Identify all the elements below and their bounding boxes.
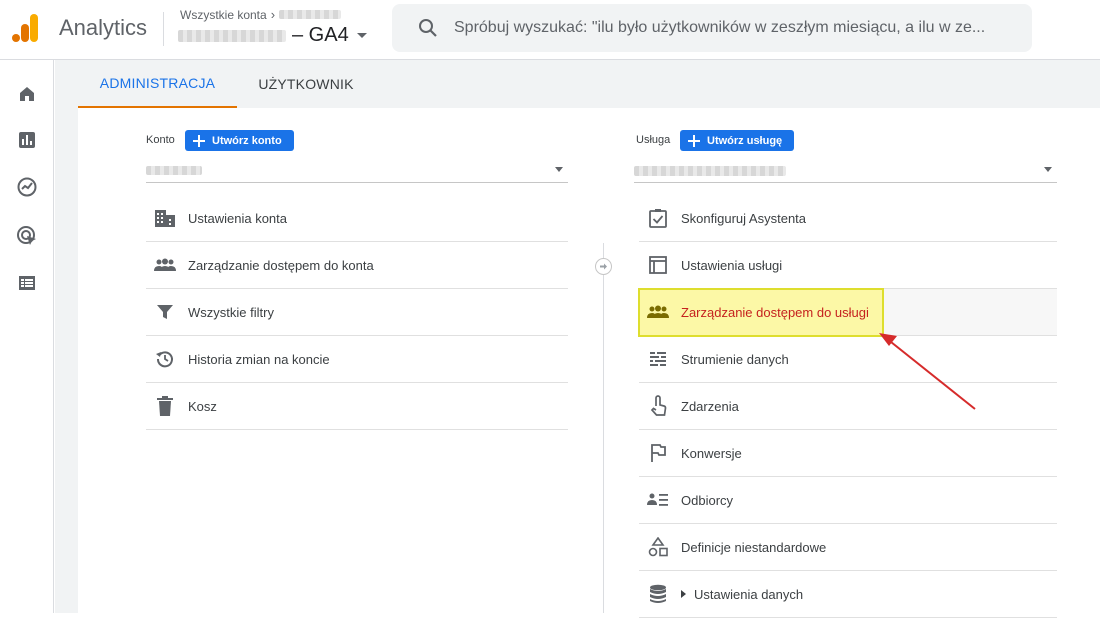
property-column-label: Usługa [636, 134, 671, 146]
dropdown-arrow-icon [1044, 167, 1052, 172]
nav-home[interactable] [14, 81, 40, 107]
home-icon [20, 87, 34, 101]
account-settings-list: Ustawienia konta Zarządzanie dostępem do… [146, 195, 568, 430]
property-item-label: Zarządzanie dostępem do usługi [681, 304, 869, 320]
redacted-property-selection [634, 166, 786, 176]
property-picker[interactable]: – GA4 [178, 24, 367, 47]
property-item-label: Skonfiguruj Asystenta [681, 210, 807, 226]
property-item-label: Odbiorcy [681, 492, 734, 508]
filter-icon [154, 301, 176, 323]
property-item-label: Ustawienia danych [694, 586, 804, 602]
dropdown-arrow-icon [555, 167, 563, 172]
tab-uzytkownik[interactable]: UŻYTKOWNIK [245, 60, 367, 108]
people-icon [647, 301, 669, 323]
analytics-logo[interactable] [12, 13, 42, 43]
building-icon [154, 207, 176, 229]
redacted-property-name [178, 29, 286, 42]
left-nav [0, 60, 54, 613]
property-item-asystent[interactable]: Skonfiguruj Asystenta [639, 195, 1057, 242]
property-suffix: – GA4 [292, 24, 349, 46]
account-item-label: Wszystkie filtry [188, 304, 274, 320]
reports-icon [19, 132, 35, 148]
nav-explore[interactable] [14, 174, 40, 200]
people-icon [154, 254, 176, 276]
expand-triangle-icon[interactable] [681, 590, 686, 598]
property-item-label: Ustawienia usługi [681, 257, 783, 273]
plus-icon [688, 134, 700, 147]
audience-icon [647, 489, 669, 511]
property-item-ustawienia-uslugi[interactable]: Ustawienia usługi [639, 242, 1057, 289]
property-item-definicje[interactable]: Definicje niestandardowe [639, 524, 1057, 571]
account-item-label: Zarządzanie dostępem do konta [188, 257, 374, 273]
create-property-button[interactable]: Utwórz usługę [680, 130, 795, 151]
property-item-label: Strumienie danych [681, 351, 789, 367]
redacted-account-name [279, 10, 342, 19]
admin-tabs: ADMINISTRACJA UŻYTKOWNIK [78, 60, 1100, 108]
redacted-account-selection [146, 166, 202, 175]
arrow-right-circle-icon [595, 258, 612, 275]
data-streams-icon [647, 348, 669, 370]
header-divider [163, 12, 164, 46]
trash-icon [154, 395, 176, 417]
account-column-label: Konto [146, 134, 175, 146]
create-account-label: Utwórz konto [212, 134, 282, 147]
property-item-label: Konwersje [681, 445, 742, 461]
chevron-right-icon: › [270, 7, 276, 22]
property-item-konwersje[interactable]: Konwersje [639, 430, 1057, 477]
property-settings-list: Skonfiguruj Asystenta Ustawienia usługi … [638, 195, 1057, 618]
create-account-button[interactable]: Utwórz konto [185, 130, 294, 151]
admin-content: ADMINISTRACJA UŻYTKOWNIK Konto Utwórz ko… [55, 60, 1100, 618]
account-item-filtry[interactable]: Wszystkie filtry [146, 289, 568, 336]
account-item-dostep-konta[interactable]: Zarządzanie dostępem do konta [146, 242, 568, 289]
checklist-icon [647, 207, 669, 229]
touch-icon [647, 395, 669, 417]
configure-icon [19, 276, 35, 290]
account-item-kosz[interactable]: Kosz [146, 383, 568, 430]
property-item-strumienie[interactable]: Strumienie danych [639, 336, 1057, 383]
flag-icon [647, 442, 669, 464]
admin-panel: Konto Utwórz konto Ustawienia konta Zarz… [78, 108, 1100, 618]
account-item-label: Historia zmian na koncie [188, 351, 330, 367]
nav-reports[interactable] [14, 127, 40, 153]
column-divider [603, 243, 604, 613]
property-item-label: Definicje niestandardowe [681, 539, 827, 555]
property-selector[interactable] [634, 159, 1057, 183]
window-icon [647, 254, 669, 276]
property-item-zdarzenia[interactable]: Zdarzenia [639, 383, 1057, 430]
nav-configure[interactable] [14, 270, 40, 296]
explore-icon [17, 177, 37, 197]
property-item-dostep-uslugi[interactable]: Zarządzanie dostępem do usługi [638, 288, 1057, 337]
search-placeholder: Spróbuj wyszukać: "ilu było użytkowników… [454, 19, 986, 36]
account-item-historia[interactable]: Historia zmian na koncie [146, 336, 568, 383]
search-bar[interactable]: Spróbuj wyszukać: "ilu było użytkowników… [392, 4, 1032, 52]
account-item-label: Kosz [188, 398, 217, 414]
account-item-label: Ustawienia konta [188, 210, 287, 226]
account-breadcrumb-label: Wszystkie konta [180, 7, 267, 22]
property-item-label: Zdarzenia [681, 398, 739, 414]
account-selector[interactable] [146, 159, 568, 183]
nav-advertising[interactable] [14, 223, 40, 249]
app-name: Analytics [59, 15, 148, 40]
account-item-ustawienia-konta[interactable]: Ustawienia konta [146, 195, 568, 242]
tab-administracja[interactable]: ADMINISTRACJA [78, 60, 237, 108]
property-item-ustawienia-danych[interactable]: Ustawienia danych [639, 571, 1057, 618]
plus-icon [193, 134, 205, 147]
property-item-odbiorcy[interactable]: Odbiorcy [639, 477, 1057, 524]
shapes-icon [647, 536, 669, 558]
top-bar: Analytics Wszystkie konta › – GA4 Spróbu… [0, 0, 1100, 60]
database-icon [647, 583, 669, 605]
chevron-down-icon [356, 33, 367, 38]
account-breadcrumb[interactable]: Wszystkie konta › [180, 7, 342, 22]
history-icon [154, 348, 176, 370]
create-property-label: Utwórz usługę [707, 134, 783, 147]
advertising-icon [17, 226, 36, 245]
search-icon [419, 19, 437, 37]
